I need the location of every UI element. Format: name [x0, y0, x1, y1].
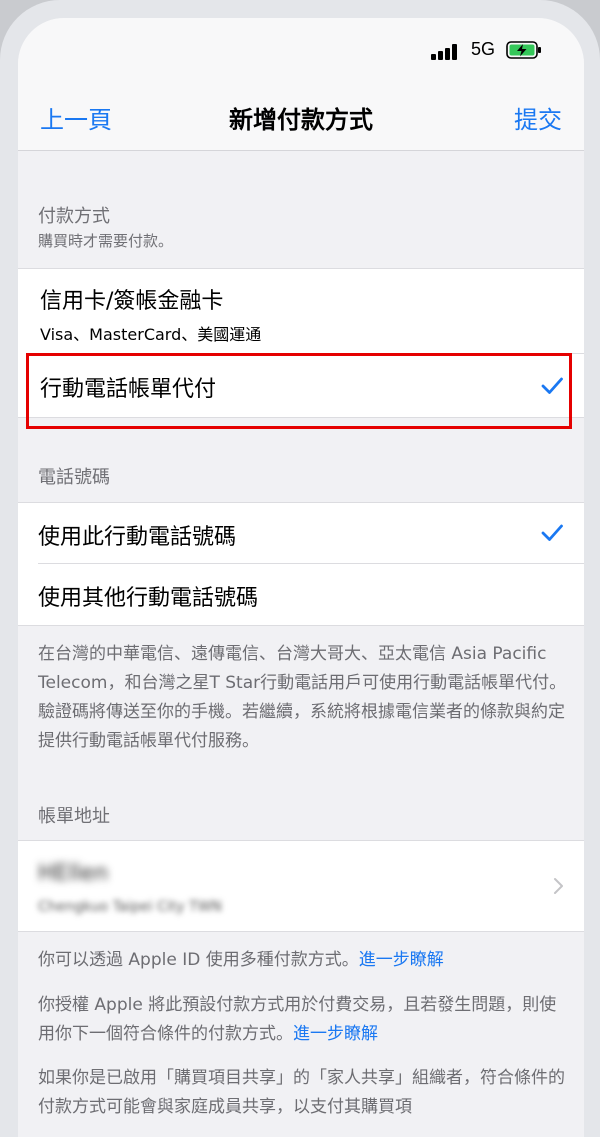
payment-options-group: 信用卡/簽帳金融卡 Visa、MasterCard、美國運通 行動電話帳單代付 — [18, 268, 584, 418]
learn-more-link[interactable]: 進一步瞭解 — [359, 950, 444, 970]
family-sharing-note: 如果你是已啟用「購買項目共享」的「家人共享」組織者，符合條件的付款方式可能會與家… — [38, 1068, 565, 1117]
phone-options-group: 使用此行動電話號碼 使用其他行動電話號碼 — [18, 502, 584, 626]
navigation-bar: 上一頁 新增付款方式 提交 — [18, 80, 584, 151]
phone-frame: 5G 上一頁 新增付款方式 提交 付款方式 購買時才需要付款。 信用卡/簽帳金融… — [0, 0, 600, 1137]
phone-option-other-number-label: 使用其他行動電話號碼 — [38, 586, 259, 611]
billing-name: HEllen — [38, 861, 109, 886]
phone-option-other-number[interactable]: 使用其他行動電話號碼 — [18, 564, 584, 625]
payment-option-mobile-title: 行動電話帳單代付 — [40, 377, 217, 402]
checkmark-icon — [541, 524, 563, 541]
payment-section-subheader: 購買時才需要付款。 — [38, 232, 174, 250]
learn-more-link[interactable]: 進一步瞭解 — [293, 1024, 378, 1044]
billing-section-header: 帳單地址 — [38, 806, 110, 827]
billing-address-row[interactable]: HEllen Chengkuo Taipei City TWN — [18, 840, 584, 932]
payment-info-text: 你可以透過 Apple ID 使用多種付款方式。 — [38, 950, 359, 970]
payment-option-card[interactable]: 信用卡/簽帳金融卡 Visa、MasterCard、美國運通 — [18, 269, 584, 353]
status-bar: 5G — [18, 18, 584, 80]
battery-charging-icon — [506, 41, 541, 59]
payment-option-card-subtitle: Visa、MasterCard、美國運通 — [40, 325, 262, 344]
phone-option-this-number-label: 使用此行動電話號碼 — [38, 525, 237, 550]
screen: 5G 上一頁 新增付款方式 提交 付款方式 購買時才需要付款。 信用卡/簽帳金融… — [18, 18, 584, 1137]
billing-address: Chengkuo Taipei City TWN — [38, 899, 222, 915]
chevron-right-icon — [554, 878, 563, 894]
payment-info-note: 你可以透過 Apple ID 使用多種付款方式。進一步瞭解 — [38, 946, 568, 975]
signal-icon — [431, 44, 463, 60]
network-label: 5G — [471, 39, 496, 59]
authorization-note: 你授權 Apple 將此預設付款方式用於付費交易，且若發生問題，則使用你下一個符… — [38, 991, 568, 1049]
payment-section-header: 付款方式 — [38, 206, 110, 227]
phone-section-header: 電話號碼 — [38, 467, 110, 488]
submit-button[interactable]: 提交 — [514, 100, 562, 135]
carrier-billing-description: 在台灣的中華電信、遠傳電信、台灣大哥大、亞太電信 Asia Pacific Te… — [38, 644, 567, 751]
back-button[interactable]: 上一頁 — [40, 100, 112, 135]
payment-option-mobile[interactable]: 行動電話帳單代付 — [18, 354, 584, 417]
checkmark-icon — [541, 377, 563, 394]
phone-option-this-number[interactable]: 使用此行動電話號碼 — [18, 503, 584, 563]
payment-option-card-title: 信用卡/簽帳金融卡 — [40, 289, 224, 314]
